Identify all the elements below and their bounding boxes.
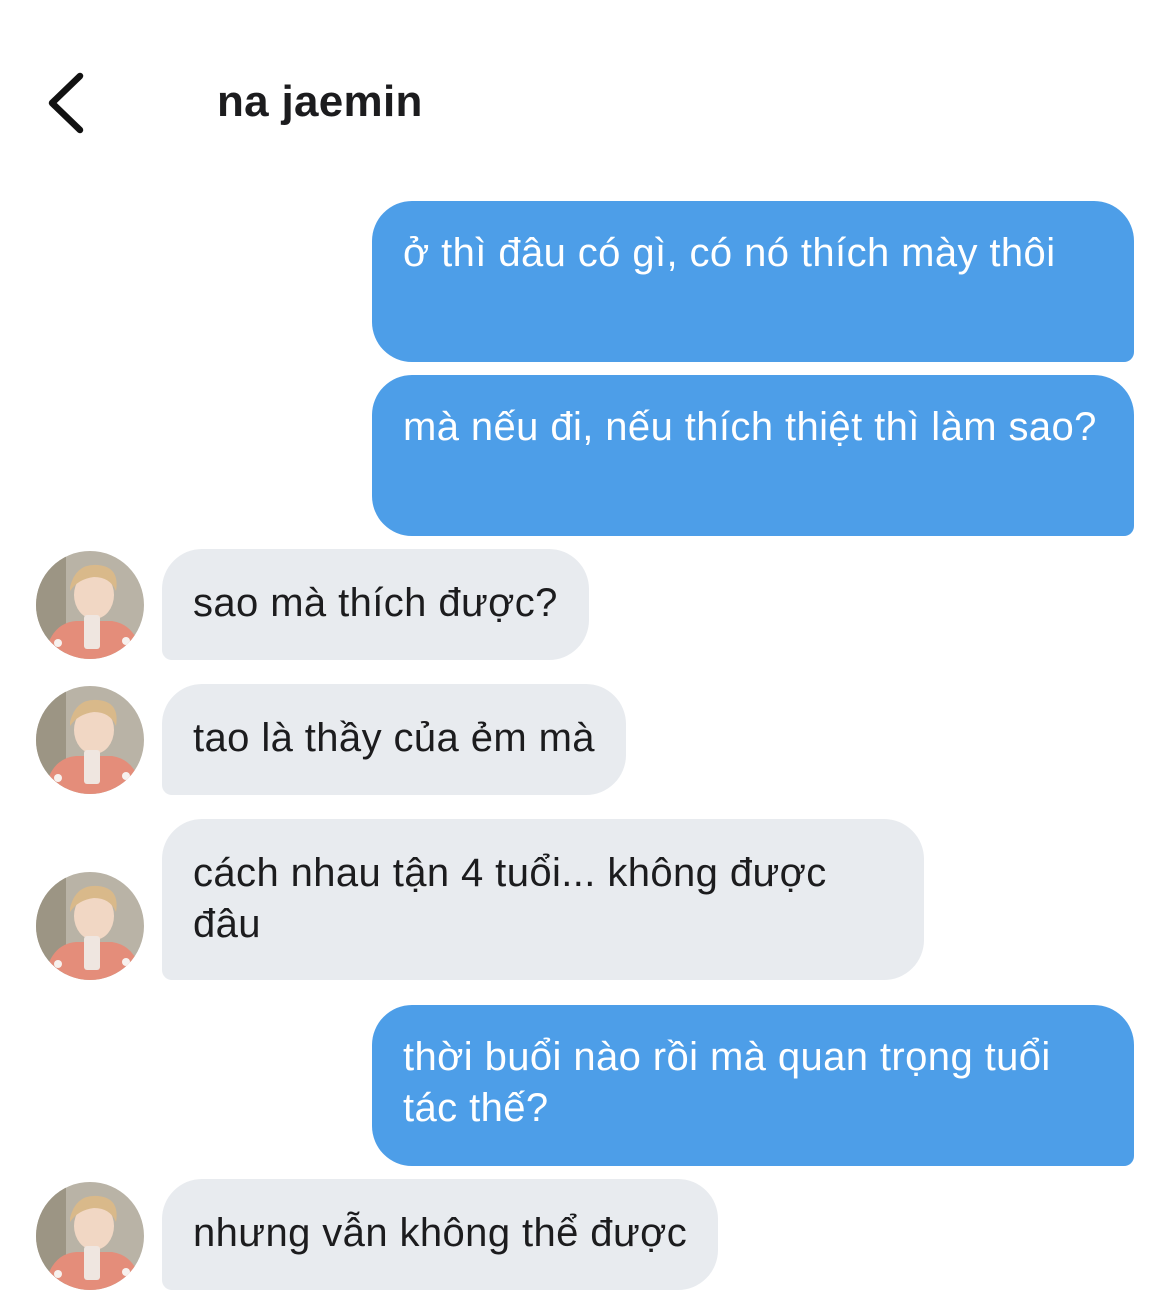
contact-avatar[interactable] [36, 551, 144, 659]
avatar-image [36, 1182, 144, 1290]
incoming-message: cách nhau tận 4 tuổi... không được đâu [162, 819, 924, 980]
incoming-message: sao mà thích được? [162, 549, 589, 660]
avatar-image [36, 872, 144, 980]
contact-name: na jaemin [217, 77, 423, 126]
back-button[interactable] [38, 70, 94, 136]
chevron-left-icon [48, 72, 84, 134]
contact-avatar[interactable] [36, 872, 144, 980]
avatar-image [36, 551, 144, 659]
outgoing-message: ở thì đâu có gì, có nó thích mày thôi [372, 201, 1134, 362]
incoming-message: tao là thầy của ẻm mà [162, 684, 626, 795]
contact-avatar[interactable] [36, 686, 144, 794]
contact-avatar[interactable] [36, 1182, 144, 1290]
avatar-image [36, 686, 144, 794]
chat-screen: na jaemin ở thì đâu có gì, có nó thích m… [0, 0, 1169, 1302]
outgoing-message: mà nếu đi, nếu thích thiệt thì làm sao? [372, 375, 1134, 536]
outgoing-message: thời buổi nào rồi mà quan trọng tuổi tác… [372, 1005, 1134, 1166]
incoming-message: nhưng vẫn không thể được [162, 1179, 719, 1290]
